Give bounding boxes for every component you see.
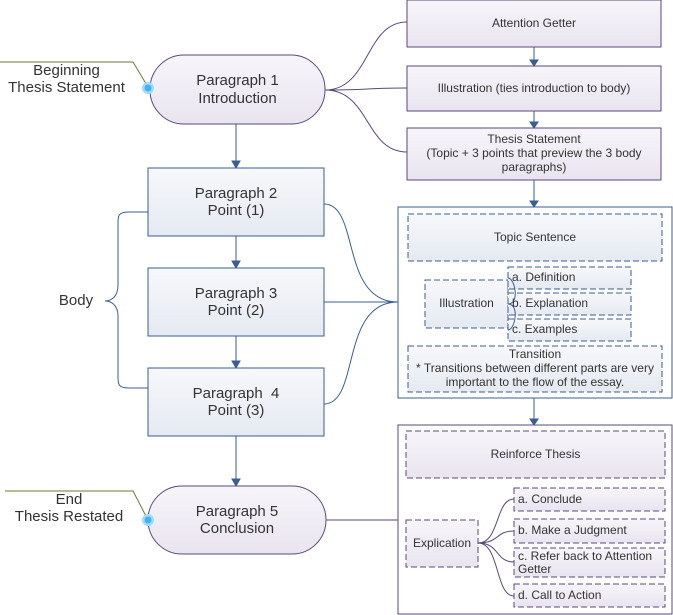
paragraph-5[interactable]: Paragraph 5 Conclusion — [148, 486, 326, 554]
reinforce-thesis[interactable]: Reinforce Thesis — [406, 431, 665, 478]
transition[interactable]: Transition * Transitions between differe… — [412, 346, 658, 392]
make-judgment[interactable]: b. Make a Judgment — [514, 519, 665, 543]
topic-sentence[interactable]: Topic Sentence — [408, 214, 662, 261]
illustration-body[interactable]: Illustration — [425, 280, 508, 328]
p4-title: Paragraph 4 — [192, 384, 280, 402]
explanation[interactable]: b. Explanation — [508, 293, 631, 315]
p5-title: Paragraph 5 — [195, 502, 279, 520]
intro-sub: Introduction — [198, 89, 277, 107]
p3-title: Paragraph 3 — [194, 284, 278, 302]
p3-sub: Point (2) — [207, 302, 265, 319]
attention-getter[interactable]: Attention Getter — [407, 0, 661, 47]
paragraph-2[interactable]: Paragraph 2 Point (1) — [148, 168, 324, 236]
thesis-statement[interactable]: Thesis Statement (Topic + 3 points that … — [417, 128, 651, 180]
p2-title: Paragraph 2 — [194, 184, 278, 202]
explication[interactable]: Explication — [406, 520, 478, 567]
intro-node-label[interactable]: Paragraph 1 Introduction — [150, 55, 325, 124]
body-label: Body — [58, 292, 94, 310]
refer-back[interactable]: c. Refer back to Attention Getter — [514, 548, 665, 577]
definition[interactable]: a. Definition — [508, 267, 631, 289]
intro-title: Paragraph 1 — [196, 72, 279, 90]
call-to-action[interactable]: d. Call to Action — [514, 584, 665, 607]
conclude[interactable]: a. Conclude — [514, 488, 665, 511]
p2-sub: Point (1) — [207, 202, 265, 219]
illustration-intro[interactable]: Illustration (ties introduction to body) — [407, 66, 661, 111]
paragraph-4[interactable]: Paragraph 4 Point (3) — [148, 368, 324, 436]
p5-sub: Conclusion — [199, 520, 275, 537]
p4-sub: Point (3) — [207, 402, 265, 419]
paragraph-3[interactable]: Paragraph 3 Point (2) — [148, 268, 324, 336]
beginning-label: Beginning Thesis Statement — [8, 61, 125, 96]
body-brace — [104, 211, 148, 389]
examples[interactable]: c. Examples — [508, 319, 631, 341]
end-label: End Thesis Restated — [14, 490, 124, 525]
